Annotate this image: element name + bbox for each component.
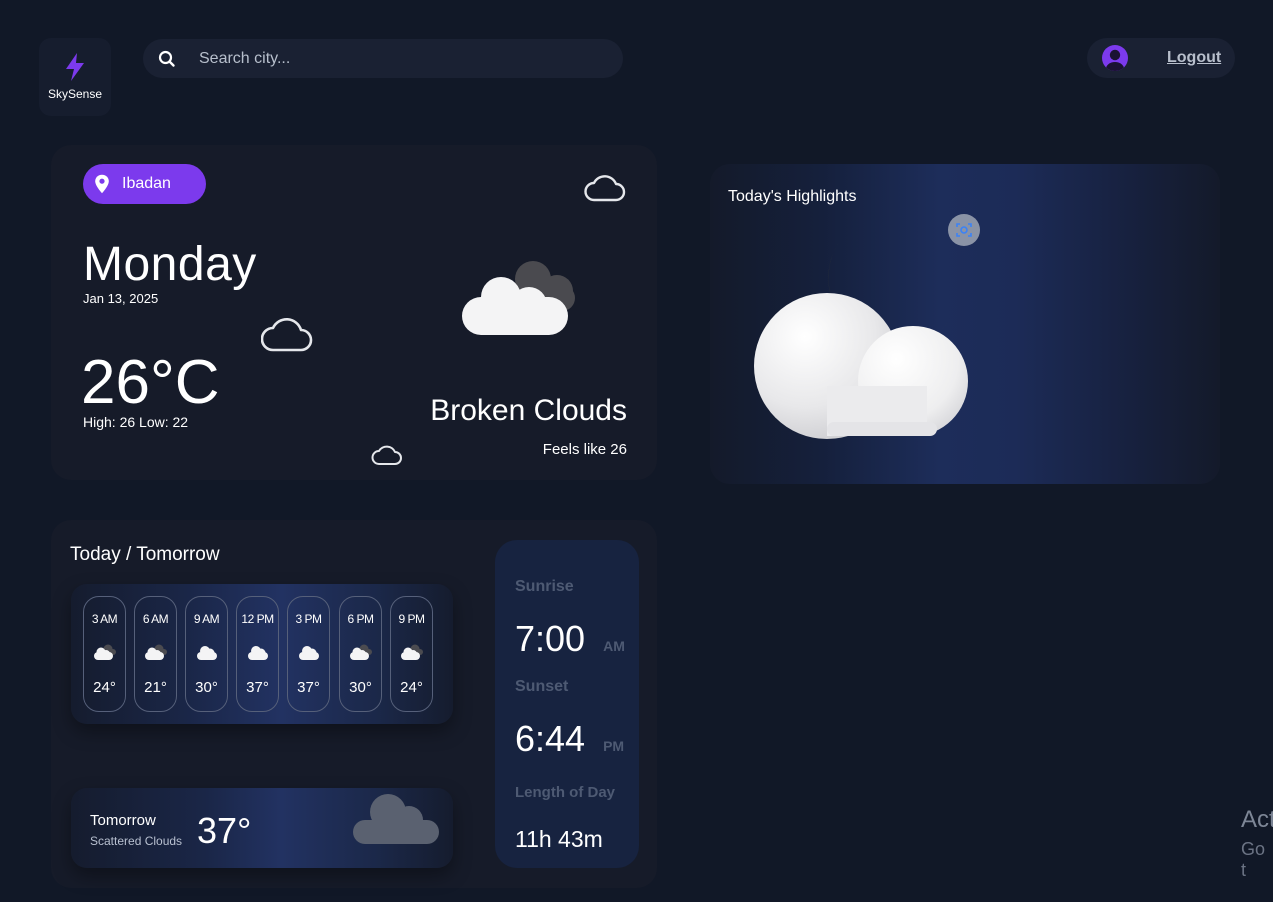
current-day: Monday	[83, 238, 257, 291]
cloud-icon	[197, 646, 217, 660]
user-menu: Logout	[1087, 38, 1235, 78]
hour-temp: 37°	[297, 679, 320, 696]
broken-clouds-icon	[462, 261, 575, 335]
broken-clouds-icon	[401, 644, 423, 660]
sunrise-time-value: 7:00	[515, 618, 586, 659]
hour-time: 12 PM	[241, 612, 274, 626]
current-date: Jan 13, 2025	[83, 291, 159, 306]
location-pin-icon	[95, 174, 109, 194]
hour-item[interactable]: 9 AM 30°	[185, 596, 228, 712]
sunrise-time: 7:00 AM	[515, 618, 625, 660]
highlights-title: Today's Highlights	[728, 188, 857, 205]
sunset-label: Sunset	[515, 678, 569, 695]
sunset-time-value: 6:44	[515, 718, 586, 759]
length-of-day-value: 11h 43m	[515, 826, 603, 852]
hour-temp: 37°	[246, 679, 269, 696]
hour-temp: 30°	[349, 679, 372, 696]
cloud-icon	[248, 646, 268, 660]
hour-time: 3 AM	[91, 612, 118, 626]
hourly-forecast: 3 AM 24° 6 AM 21° 9 AM 30° 12 PM 37° 3 P…	[71, 584, 453, 724]
cloud-icon	[299, 646, 319, 660]
hour-item[interactable]: 6 PM 30°	[339, 596, 382, 712]
sunset-ampm: PM	[603, 738, 625, 754]
search-input[interactable]	[199, 39, 599, 78]
hour-time: 6 PM	[347, 612, 374, 626]
app-name: SkySense	[47, 87, 103, 101]
feels-like: Feels like 26	[542, 441, 627, 458]
sun-info-panel: Sunrise 7:00 AM Sunset 6:44 PM Length of…	[495, 540, 639, 868]
hour-temp: 24°	[93, 679, 116, 696]
forecast-card: Today / Tomorrow 3 AM 24° 6 AM 21° 9 AM …	[51, 520, 657, 888]
hour-item[interactable]: 3 AM 24°	[83, 596, 126, 712]
tomorrow-label: Tomorrow	[90, 812, 156, 829]
location-name: Ibadan	[122, 175, 171, 192]
location-button[interactable]: Ibadan	[83, 164, 206, 204]
hour-time: 6 AM	[142, 612, 169, 626]
cloud-icon	[353, 794, 439, 844]
hour-temp: 21°	[144, 679, 167, 696]
search-bar	[143, 39, 623, 78]
cloud-outline-icon	[371, 445, 402, 465]
hour-time: 3 PM	[295, 612, 322, 626]
high-low: High: 26 Low: 22	[83, 414, 189, 430]
tomorrow-temperature: 37°	[197, 810, 252, 851]
forecast-title: Today / Tomorrow	[70, 544, 220, 565]
hour-item[interactable]: 6 AM 21°	[134, 596, 177, 712]
tomorrow-forecast[interactable]: Tomorrow Scattered Clouds 37°	[71, 788, 453, 868]
app-logo[interactable]: SkySense	[39, 38, 111, 116]
activation-watermark-subtitle: Go t	[1241, 839, 1266, 880]
hour-item[interactable]: 3 PM 37°	[287, 596, 330, 712]
broken-clouds-icon	[350, 644, 372, 660]
hour-temp: 24°	[400, 679, 423, 696]
lightning-bolt-icon	[66, 53, 84, 81]
tomorrow-condition: Scattered Clouds	[90, 834, 183, 848]
weather-condition: Broken Clouds	[430, 394, 627, 427]
current-weather-card: Ibadan Monday Jan 13, 2025 26°C High: 26…	[51, 145, 657, 480]
logout-link[interactable]: Logout	[1167, 49, 1221, 67]
hour-temp: 30°	[195, 679, 218, 696]
sunrise-label: Sunrise	[515, 578, 574, 595]
sunset-time: 6:44 PM	[515, 718, 624, 760]
broken-clouds-icon	[94, 644, 116, 660]
hour-item[interactable]: 12 PM 37°	[236, 596, 279, 712]
activation-watermark-title: Act	[1241, 806, 1273, 833]
broken-clouds-icon	[145, 644, 167, 660]
cloud-outline-icon	[261, 318, 313, 352]
hour-time: 9 PM	[398, 612, 425, 626]
current-temperature: 26°C	[81, 348, 220, 417]
user-avatar-icon[interactable]	[1102, 45, 1128, 71]
hour-item[interactable]: 9 PM 24°	[390, 596, 433, 712]
moon-cloud-icon	[754, 240, 968, 439]
search-icon[interactable]	[157, 49, 177, 69]
sunrise-ampm: AM	[603, 638, 625, 654]
length-of-day-label: Length of Day	[515, 784, 615, 801]
highlights-card: Today's Highlights	[710, 164, 1220, 484]
hour-time: 9 AM	[193, 612, 220, 626]
cloud-outline-icon	[584, 175, 626, 202]
